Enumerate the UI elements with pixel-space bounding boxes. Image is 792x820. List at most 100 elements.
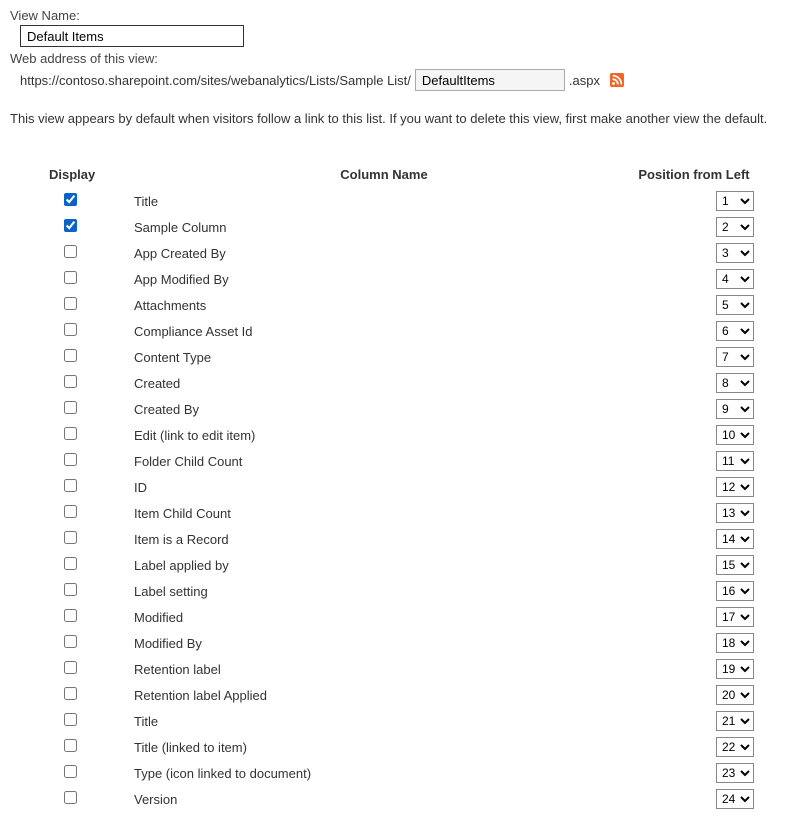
display-checkbox[interactable] [64, 713, 77, 726]
position-select[interactable]: 123456789101112131415161718192021222324 [716, 269, 754, 289]
position-select[interactable]: 123456789101112131415161718192021222324 [716, 347, 754, 367]
table-row: Item is a Record 123456789101112131415161… [48, 526, 754, 552]
display-checkbox[interactable] [64, 505, 77, 518]
header-display: Display [48, 166, 134, 188]
column-name-cell: Retention label [134, 656, 634, 682]
table-row: App Modified By 1234567891011121314151617… [48, 266, 754, 292]
position-select[interactable]: 123456789101112131415161718192021222324 [716, 217, 754, 237]
display-checkbox[interactable] [64, 687, 77, 700]
column-name-cell: Label setting [134, 578, 634, 604]
columns-table: Display Column Name Position from Left T… [48, 166, 754, 812]
display-checkbox[interactable] [64, 765, 77, 778]
table-row: Modified By12345678910111213141516171819… [48, 630, 754, 656]
table-row: Created By123456789101112131415161718192… [48, 396, 754, 422]
table-row: Content Type 1234567891011121314151617181… [48, 344, 754, 370]
column-name-cell: Version [134, 786, 634, 812]
display-checkbox[interactable] [64, 557, 77, 570]
position-select[interactable]: 123456789101112131415161718192021222324 [716, 191, 754, 211]
column-name-cell: Item Child Count [134, 500, 634, 526]
column-name-cell: Title (linked to item) [134, 734, 634, 760]
display-checkbox[interactable] [64, 297, 77, 310]
position-select[interactable]: 123456789101112131415161718192021222324 [716, 763, 754, 783]
display-checkbox[interactable] [64, 375, 77, 388]
column-name-cell: Folder Child Count [134, 448, 634, 474]
web-address-label: Web address of this view: [10, 51, 782, 66]
position-select[interactable]: 123456789101112131415161718192021222324 [716, 659, 754, 679]
position-select[interactable]: 123456789101112131415161718192021222324 [716, 607, 754, 627]
display-checkbox[interactable] [64, 531, 77, 544]
display-checkbox[interactable] [64, 739, 77, 752]
display-checkbox[interactable] [64, 609, 77, 622]
position-select[interactable]: 123456789101112131415161718192021222324 [716, 581, 754, 601]
rss-icon[interactable] [610, 73, 624, 87]
display-checkbox[interactable] [64, 271, 77, 284]
position-select[interactable]: 123456789101112131415161718192021222324 [716, 789, 754, 809]
display-checkbox[interactable] [64, 427, 77, 440]
position-select[interactable]: 123456789101112131415161718192021222324 [716, 737, 754, 757]
display-checkbox[interactable] [64, 323, 77, 336]
url-slug-input[interactable] [415, 69, 565, 91]
view-description: This view appears by default when visito… [10, 111, 782, 126]
position-select[interactable]: 123456789101112131415161718192021222324 [716, 321, 754, 341]
url-suffix: .aspx [569, 73, 600, 88]
table-row: Created 123456789101112131415161718192021… [48, 370, 754, 396]
table-row: ID 12345678910111213141516171819202122232… [48, 474, 754, 500]
display-checkbox[interactable] [64, 401, 77, 414]
column-name-cell: Type (icon linked to document) [134, 760, 634, 786]
position-select[interactable]: 123456789101112131415161718192021222324 [716, 685, 754, 705]
position-select[interactable]: 123456789101112131415161718192021222324 [716, 373, 754, 393]
display-checkbox[interactable] [64, 791, 77, 804]
table-row: Title 12345678910111213141516171819202122… [48, 188, 754, 214]
display-checkbox[interactable] [64, 635, 77, 648]
display-checkbox[interactable] [64, 479, 77, 492]
header-position: Position from Left [634, 166, 754, 188]
url-prefix: https://contoso.sharepoint.com/sites/web… [20, 73, 411, 88]
table-row: Modified12345678910111213141516171819202… [48, 604, 754, 630]
column-name-cell: Title [134, 708, 634, 734]
column-name-cell: Content Type [134, 344, 634, 370]
table-row: Retention label Applied12345678910111213… [48, 682, 754, 708]
column-name-cell: Sample Column [134, 214, 634, 240]
display-checkbox[interactable] [64, 219, 77, 232]
column-name-cell: App Created By [134, 240, 634, 266]
display-checkbox[interactable] [64, 193, 77, 206]
column-name-cell: Created [134, 370, 634, 396]
column-name-cell: App Modified By [134, 266, 634, 292]
table-row: Title 12345678910111213141516171819202122… [48, 708, 754, 734]
position-select[interactable]: 123456789101112131415161718192021222324 [716, 399, 754, 419]
display-checkbox[interactable] [64, 349, 77, 362]
column-name-cell: Compliance Asset Id [134, 318, 634, 344]
display-checkbox[interactable] [64, 453, 77, 466]
position-select[interactable]: 123456789101112131415161718192021222324 [716, 529, 754, 549]
table-row: Sample Column 123456789101112131415161718… [48, 214, 754, 240]
table-row: Item Child Count 123456789101112131415161… [48, 500, 754, 526]
column-name-cell: Label applied by [134, 552, 634, 578]
position-select[interactable]: 123456789101112131415161718192021222324 [716, 477, 754, 497]
table-row: Edit (link to edit item) 1234567891011121… [48, 422, 754, 448]
table-row: Version 123456789101112131415161718192021… [48, 786, 754, 812]
position-select[interactable]: 123456789101112131415161718192021222324 [716, 451, 754, 471]
position-select[interactable]: 123456789101112131415161718192021222324 [716, 243, 754, 263]
table-row: Retention label 1234567891011121314151617… [48, 656, 754, 682]
column-name-cell: Item is a Record [134, 526, 634, 552]
display-checkbox[interactable] [64, 583, 77, 596]
table-row: App Created By 12345678910111213141516171… [48, 240, 754, 266]
table-row: Attachments 12345678910111213141516171819… [48, 292, 754, 318]
position-select[interactable]: 123456789101112131415161718192021222324 [716, 711, 754, 731]
position-select[interactable]: 123456789101112131415161718192021222324 [716, 295, 754, 315]
column-name-cell: Title [134, 188, 634, 214]
position-select[interactable]: 123456789101112131415161718192021222324 [716, 555, 754, 575]
view-name-input[interactable] [20, 25, 244, 47]
table-row: Type (icon linked to document) 1234567891… [48, 760, 754, 786]
position-select[interactable]: 123456789101112131415161718192021222324 [716, 633, 754, 653]
display-checkbox[interactable] [64, 245, 77, 258]
position-select[interactable]: 123456789101112131415161718192021222324 [716, 503, 754, 523]
position-select[interactable]: 123456789101112131415161718192021222324 [716, 425, 754, 445]
display-checkbox[interactable] [64, 661, 77, 674]
column-name-cell: Edit (link to edit item) [134, 422, 634, 448]
view-name-label: View Name: [10, 8, 782, 23]
table-row: Compliance Asset Id 123456789101112131415… [48, 318, 754, 344]
column-name-cell: Attachments [134, 292, 634, 318]
header-column-name: Column Name [134, 166, 634, 188]
column-name-cell: ID [134, 474, 634, 500]
